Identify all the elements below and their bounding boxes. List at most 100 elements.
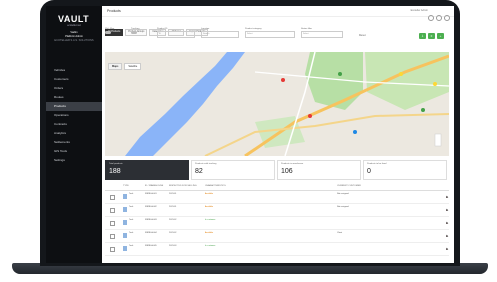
product-id[interactable]: FIBRE A-004 bbox=[145, 232, 157, 234]
inspection-date: 2023-02 bbox=[169, 232, 177, 234]
sidebar-item-settings[interactable]: Settings bbox=[46, 156, 102, 165]
more-icon[interactable]: ○ bbox=[446, 234, 448, 238]
products-table: TYPE ID / WAREHOUSE INSPECTED FOR SELLING C… bbox=[105, 184, 449, 256]
settings-icon[interactable] bbox=[436, 15, 442, 21]
row-checkbox[interactable] bbox=[110, 247, 115, 252]
product-id[interactable]: FIBRE A-003 bbox=[145, 219, 157, 221]
filter-label: Product category bbox=[245, 28, 262, 30]
toggle-switch[interactable] bbox=[105, 31, 111, 34]
more-icon[interactable]: ○ bbox=[446, 247, 448, 251]
product-type: Tank bbox=[129, 245, 134, 247]
filter-label: Location bbox=[201, 28, 210, 30]
notification-icon[interactable] bbox=[428, 15, 434, 21]
inspection-date: 2023-02 bbox=[169, 219, 177, 221]
row-checkbox[interactable] bbox=[110, 234, 115, 239]
sidebar-item-gis-tools[interactable]: GIS Tools bbox=[46, 147, 102, 156]
stat-card: Products to be fixed 0 bbox=[363, 160, 447, 180]
more-icon[interactable]: ○ bbox=[446, 208, 448, 212]
row-checkbox[interactable] bbox=[110, 195, 115, 200]
stat-card: Products in warehouse 106 bbox=[277, 160, 361, 180]
table-row[interactable]: Tank FIBRE A-005 2023-03 In customer ● ✎ ● ● ○ bbox=[105, 243, 449, 256]
filter-tracking: Tracking bbox=[131, 28, 151, 34]
toggle-switch[interactable] bbox=[131, 31, 137, 34]
top-icons bbox=[426, 8, 450, 26]
export-button[interactable]: ⇩ bbox=[419, 33, 426, 39]
table-row[interactable]: Tank FIBRE A-004 2023-02 Available Client ● ✎ ●… bbox=[105, 230, 449, 243]
stat-value: 82 bbox=[195, 168, 203, 175]
column-header[interactable]: CURRENT CUSTOMER bbox=[337, 185, 361, 187]
sidebar-nav: Vehicles Customers Orders Routes Products Ope… bbox=[46, 66, 102, 165]
map-view[interactable]: Maps Satellite bbox=[105, 52, 449, 156]
row-checkbox[interactable] bbox=[110, 221, 115, 226]
filter-label: Status filter bbox=[301, 28, 312, 30]
table-row[interactable]: Tank FIBRE A-001 2023-01 Available Not assig… bbox=[105, 191, 449, 204]
product-image bbox=[123, 220, 127, 225]
filter-location: Location Search bbox=[201, 28, 239, 38]
stats-row: Total products 188 Products with tracking 8… bbox=[105, 160, 449, 180]
product-image bbox=[123, 246, 127, 251]
filter-input[interactable]: Select bbox=[245, 31, 295, 38]
column-header[interactable]: INSPECTED FOR SELLING bbox=[169, 185, 197, 187]
user-info: Vadim Platform Admin ECOTELLER S.A.S. SO… bbox=[50, 31, 98, 57]
column-header[interactable]: ID / WAREHOUSE bbox=[145, 185, 163, 187]
top-bar: Products Ecoteller Admin bbox=[102, 6, 454, 21]
current-customer: Not assigned bbox=[337, 193, 349, 195]
stat-label: Products in warehouse bbox=[281, 163, 304, 165]
filter-product-category: Product category Select bbox=[245, 28, 295, 38]
sidebar-item-customers[interactable]: Customers bbox=[46, 75, 102, 84]
current-customer: Not assigned bbox=[337, 206, 349, 208]
profile-icon[interactable] bbox=[444, 15, 450, 21]
page-title: Products bbox=[107, 9, 121, 13]
inspection-date: 2023-01 bbox=[169, 193, 177, 195]
sidebar-item-analytics[interactable]: Analytics bbox=[46, 129, 102, 138]
product-id[interactable]: FIBRE A-002 bbox=[145, 206, 157, 208]
stat-value: 106 bbox=[281, 168, 293, 175]
table-body: Tank FIBRE A-001 2023-01 Available Not assig… bbox=[105, 191, 449, 256]
sidebar-item-orders[interactable]: Orders bbox=[46, 84, 102, 93]
stat-label: Products to be fixed bbox=[367, 163, 387, 165]
product-type: Tank bbox=[129, 219, 134, 221]
product-id[interactable]: FIBRE A-005 bbox=[145, 245, 157, 247]
add-product-button[interactable]: + bbox=[437, 33, 444, 39]
column-header[interactable]: CHARACTERISTICS bbox=[205, 185, 226, 187]
filter-label: Product ID bbox=[157, 28, 168, 30]
inspection-date: 2023-01 bbox=[169, 206, 177, 208]
filter-input[interactable]: Select bbox=[301, 31, 343, 38]
reset-filters-link[interactable]: Reset bbox=[359, 34, 366, 37]
status-label: Available bbox=[205, 232, 214, 234]
more-icon[interactable]: ○ bbox=[446, 221, 448, 225]
sidebar-item-operations[interactable]: Operations bbox=[46, 111, 102, 120]
app-logo-subtitle: ecoteller.net bbox=[67, 24, 81, 27]
product-id[interactable]: FIBRE A-001 bbox=[145, 193, 157, 195]
status-label: Available bbox=[205, 193, 214, 195]
status-label: In customer bbox=[205, 219, 216, 221]
sidebar-item-settlements[interactable]: Settlements bbox=[46, 138, 102, 147]
product-type: Tank bbox=[129, 232, 134, 234]
app-screen: VAULT ecoteller.net Vadim Platform Admin… bbox=[46, 6, 454, 263]
sidebar-item-routes[interactable]: Routes bbox=[46, 93, 102, 102]
main-content: Products Ecoteller Admin All ProductsPro… bbox=[102, 6, 454, 263]
filter-input[interactable]: Search bbox=[201, 31, 239, 38]
current-customer: Client bbox=[337, 232, 343, 234]
status-label: Available bbox=[205, 206, 214, 208]
table-row[interactable]: Tank FIBRE A-003 2023-02 In customer ● ✎ ● ● ○ bbox=[105, 217, 449, 230]
sidebar-item-vehicles[interactable]: Vehicles bbox=[46, 66, 102, 75]
column-header[interactable]: TYPE bbox=[123, 185, 129, 187]
sidebar-item-products[interactable]: Products bbox=[46, 102, 102, 111]
inspection-date: 2023-03 bbox=[169, 245, 177, 247]
table-row[interactable]: Tank FIBRE A-002 2023-01 Available Not assig… bbox=[105, 204, 449, 217]
sidebar-item-contracts[interactable]: Contracts bbox=[46, 120, 102, 129]
more-icon[interactable]: ○ bbox=[446, 195, 448, 199]
filter-input[interactable]: ID bbox=[157, 31, 195, 38]
product-type: Tank bbox=[129, 193, 134, 195]
sidebar: VAULT ecoteller.net Vadim Platform Admin… bbox=[46, 6, 102, 263]
stat-card: Products with tracking 82 bbox=[191, 160, 275, 180]
map-tab-satellite[interactable]: Satellite bbox=[124, 63, 142, 70]
filter-bar: Reset ⇩ ≡ + With Map Tracking Product ID ID… bbox=[105, 28, 451, 46]
filter-status-filter: Status filter Select bbox=[301, 28, 343, 38]
list-view-button[interactable]: ≡ bbox=[428, 33, 435, 39]
map-tab-maps[interactable]: Maps bbox=[108, 63, 123, 70]
filter-label: With Map bbox=[105, 28, 115, 30]
row-checkbox[interactable] bbox=[110, 208, 115, 213]
status-label: In customer bbox=[205, 245, 216, 247]
